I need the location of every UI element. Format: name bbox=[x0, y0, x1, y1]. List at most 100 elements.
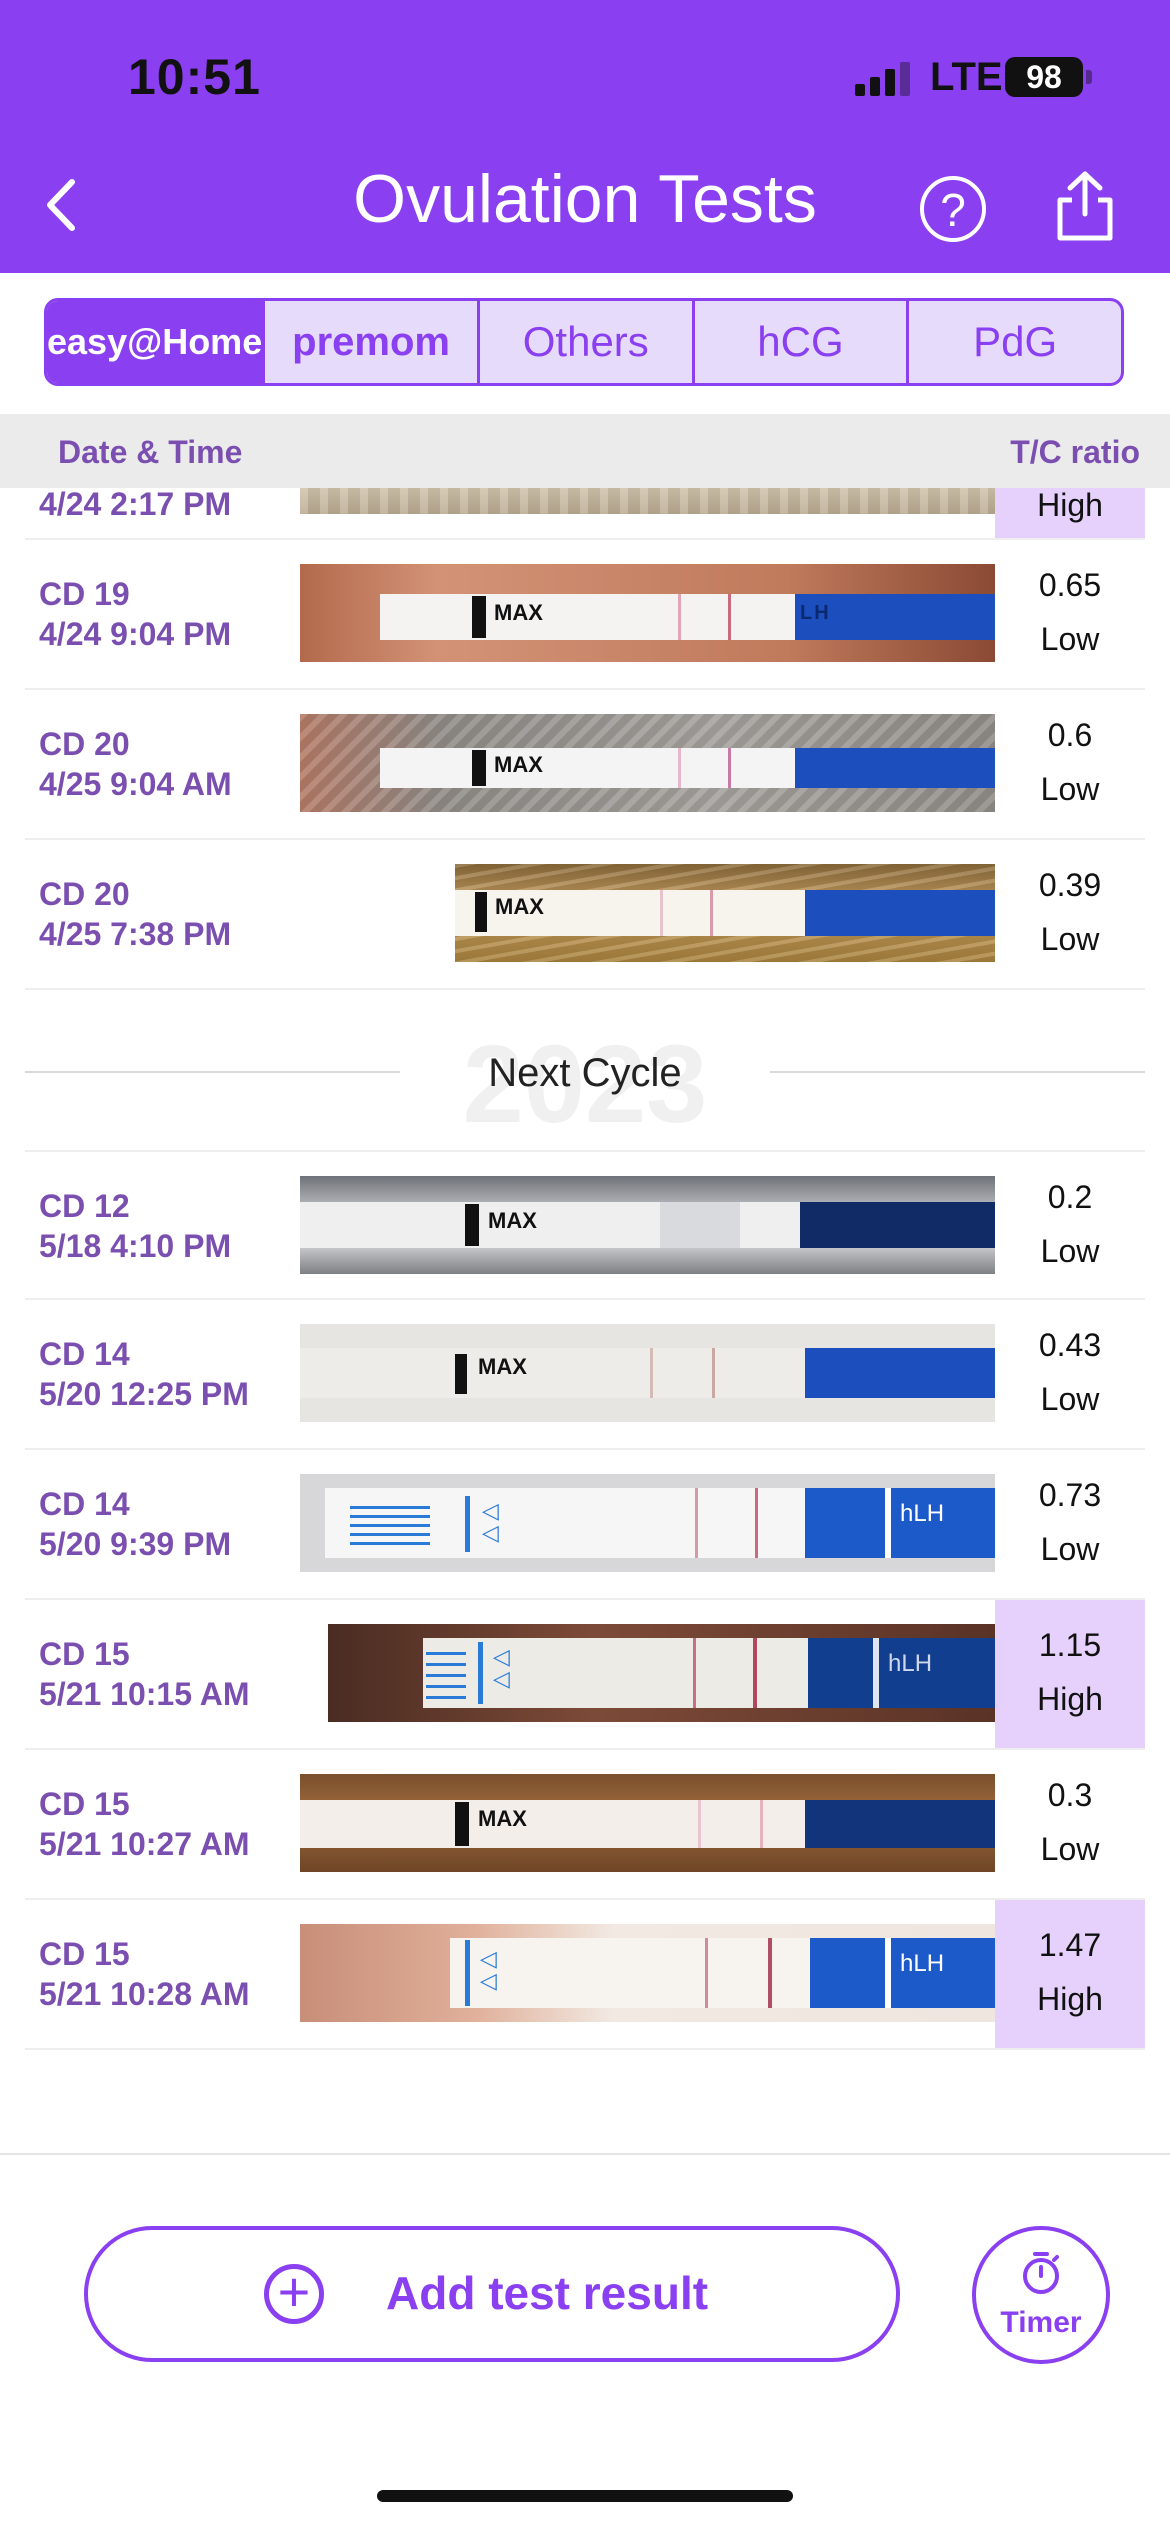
tc-ratio: 0.6 Low bbox=[995, 708, 1145, 816]
footer-divider bbox=[0, 2153, 1170, 2155]
date-time: 5/21 10:27 AM bbox=[39, 1826, 250, 1862]
test-strip-image: MAX bbox=[300, 1324, 995, 1422]
battery-nub bbox=[1086, 70, 1092, 84]
test-row[interactable]: CD 20 4/25 7:38 PM MAX 0.39 Low bbox=[25, 840, 1145, 990]
test-row[interactable]: CD 20 4/25 9:04 AM MAX 0.6 Low bbox=[25, 690, 1145, 840]
column-date-time: Date & Time bbox=[58, 434, 243, 470]
question-circle-icon[interactable]: ? bbox=[920, 176, 986, 242]
cycle-day: CD 15 bbox=[39, 1936, 130, 1972]
tab-hcg[interactable]: hCG bbox=[695, 301, 910, 383]
stopwatch-icon bbox=[1020, 2250, 1062, 2296]
divider-label: Next Cycle bbox=[488, 1051, 682, 1095]
row-datetime: CD 14 5/20 9:39 PM bbox=[39, 1484, 231, 1564]
cycle-divider: 2023 Next Cycle bbox=[25, 1003, 1145, 1146]
battery-level: 98 bbox=[1026, 59, 1062, 95]
ratio-level: Low bbox=[1040, 921, 1100, 957]
ratio-value: 0.73 bbox=[1038, 1477, 1102, 1513]
row-datetime: CD 15 5/21 10:27 AM bbox=[39, 1784, 249, 1864]
column-header: Date & Time T/C ratio bbox=[0, 414, 1170, 488]
date-time: 5/20 9:39 PM bbox=[39, 1526, 232, 1562]
strip-hlh-label: hLH bbox=[900, 1500, 945, 1527]
test-row[interactable]: CD 19 4/24 9:04 PM MAX LH 0.65 Low bbox=[25, 540, 1145, 690]
column-tc-ratio: T/C ratio bbox=[1010, 434, 1140, 470]
row-datetime: CD 15 5/21 10:15 AM bbox=[39, 1634, 249, 1714]
cycle-day: CD 15 bbox=[39, 1786, 130, 1822]
timer-button[interactable]: Timer bbox=[972, 2226, 1110, 2364]
ratio-value: 0.2 bbox=[1047, 1179, 1093, 1215]
ratio-value: 1.15 bbox=[1038, 1627, 1102, 1663]
tc-ratio: 0.65 Low bbox=[995, 558, 1145, 666]
date-time: 5/21 10:28 AM bbox=[39, 1976, 250, 2012]
cycle-day: CD 20 bbox=[39, 726, 130, 762]
share-icon[interactable] bbox=[1050, 168, 1120, 244]
test-row[interactable]: 4/24 2:17 PM High bbox=[25, 488, 1145, 540]
chevron-left-icon[interactable] bbox=[36, 170, 86, 240]
tab-easy-home[interactable]: easy@Home bbox=[47, 301, 266, 383]
test-strip-image: MAX bbox=[455, 864, 995, 962]
strip-hlh-label: hLH bbox=[888, 1650, 933, 1677]
strip-lh-label: LH bbox=[800, 602, 831, 624]
ratio-level: Low bbox=[1040, 1531, 1100, 1567]
test-strip-image: MAX bbox=[300, 714, 995, 812]
test-strip-image: ◁ ◁ hLH bbox=[300, 1474, 995, 1572]
ratio-value: 1.47 bbox=[1038, 1927, 1102, 1963]
date-time: 5/18 4:10 PM bbox=[39, 1228, 232, 1264]
test-strip-image bbox=[300, 488, 995, 514]
row-datetime: CD 15 5/21 10:28 AM bbox=[39, 1934, 249, 2014]
test-results-list: 4/24 2:17 PM High CD 19 4/24 9:04 PM MAX … bbox=[0, 488, 1170, 2153]
strip-max-label: MAX bbox=[478, 1806, 527, 1831]
add-test-result-button[interactable]: + Add test result bbox=[84, 2226, 900, 2362]
timer-label: Timer bbox=[1000, 2306, 1082, 2339]
tc-ratio: 0.73 Low bbox=[995, 1468, 1145, 1576]
cycle-day: CD 14 bbox=[39, 1336, 130, 1372]
battery-icon: 98 bbox=[1005, 57, 1083, 97]
test-row[interactable]: CD 15 5/21 10:28 AM ◁ ◁ hLH 1.47 High bbox=[25, 1900, 1145, 2050]
page-title: Ovulation Tests bbox=[353, 161, 817, 237]
row-datetime: CD 12 5/18 4:10 PM bbox=[39, 1186, 231, 1266]
strip-max-label: MAX bbox=[495, 894, 544, 919]
tc-ratio: High bbox=[995, 488, 1145, 538]
date-time: 4/25 7:38 PM bbox=[39, 916, 232, 952]
test-row[interactable]: CD 15 5/21 10:27 AM MAX 0.3 Low bbox=[25, 1750, 1145, 1900]
ratio-value: 0.43 bbox=[1038, 1327, 1102, 1363]
status-time: 10:51 bbox=[128, 49, 261, 105]
tab-premom[interactable]: premom bbox=[265, 301, 480, 383]
row-datetime: CD 19 4/24 9:04 PM bbox=[39, 574, 231, 654]
test-strip-image: MAX bbox=[300, 1176, 995, 1274]
ratio-level: Low bbox=[1040, 1381, 1100, 1417]
add-test-result-label: Add test result bbox=[386, 2267, 709, 2319]
brand-tabs: easy@Home premom Others hCG PdG bbox=[44, 298, 1124, 386]
ratio-value: 0.3 bbox=[1047, 1777, 1093, 1813]
ratio-level: High bbox=[1037, 1681, 1103, 1717]
test-row[interactable]: CD 15 5/21 10:15 AM ◁ ◁ hLH 1.15 High bbox=[25, 1600, 1145, 1750]
test-row[interactable]: CD 12 5/18 4:10 PM MAX 0.2 Low bbox=[25, 1150, 1145, 1300]
cycle-day: CD 12 bbox=[39, 1188, 130, 1224]
ratio-level: Low bbox=[1040, 621, 1100, 657]
tab-others[interactable]: Others bbox=[480, 301, 695, 383]
test-strip-image: MAX LH bbox=[300, 564, 995, 662]
test-row[interactable]: CD 14 5/20 9:39 PM ◁ ◁ hLH 0.73 Low bbox=[25, 1450, 1145, 1600]
strip-max-label: MAX bbox=[488, 1208, 537, 1233]
ratio-level: Low bbox=[1040, 1233, 1100, 1269]
ratio-level: Low bbox=[1040, 1831, 1100, 1867]
test-strip-image: ◁ ◁ hLH bbox=[328, 1624, 995, 1722]
network-type: LTE bbox=[930, 55, 1003, 99]
ratio-value: 0.6 bbox=[1047, 717, 1093, 753]
tab-pdg[interactable]: PdG bbox=[909, 301, 1121, 383]
row-datetime: CD 20 4/25 9:04 AM bbox=[39, 724, 232, 804]
cycle-day: CD 20 bbox=[39, 876, 130, 912]
strip-max-label: MAX bbox=[494, 752, 543, 777]
tc-ratio: 1.47 High bbox=[995, 1900, 1145, 2048]
test-row[interactable]: CD 14 5/20 12:25 PM MAX 0.43 Low bbox=[25, 1300, 1145, 1450]
strip-hlh-label: hLH bbox=[900, 1950, 945, 1977]
tc-ratio: 0.39 Low bbox=[995, 858, 1145, 966]
test-strip-image: ◁ ◁ hLH bbox=[300, 1924, 995, 2022]
tc-ratio: 0.2 Low bbox=[995, 1170, 1145, 1278]
ratio-value: 0.39 bbox=[1038, 867, 1102, 903]
ovulation-tests-screen: 10:51 LTE 98 Ovulation Tests ? easy@Home… bbox=[0, 0, 1170, 2532]
row-datetime: CD 20 4/25 7:38 PM bbox=[39, 874, 231, 954]
app-header: 10:51 LTE 98 Ovulation Tests ? bbox=[0, 0, 1170, 273]
strip-max-label: MAX bbox=[478, 1354, 527, 1379]
home-indicator[interactable] bbox=[377, 2490, 793, 2502]
tc-ratio: 1.15 High bbox=[995, 1600, 1145, 1748]
